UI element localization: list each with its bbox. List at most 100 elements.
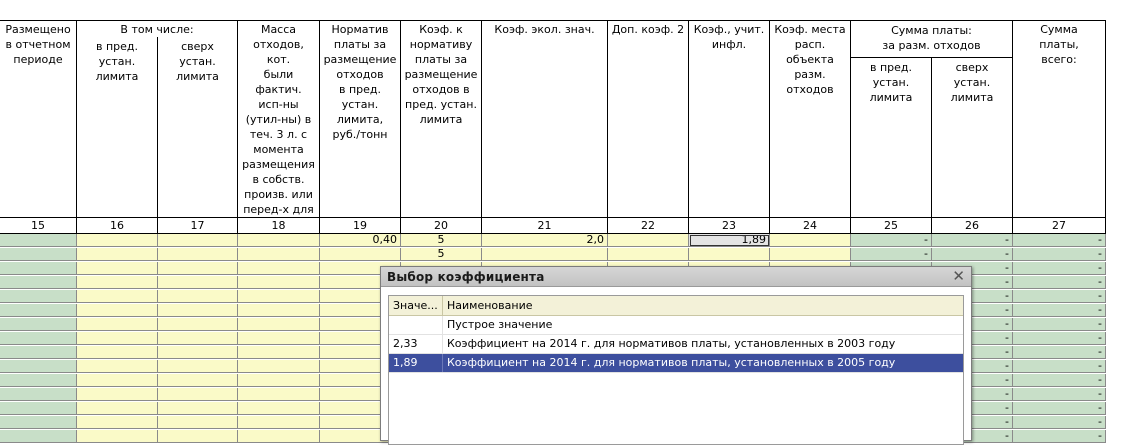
list-item[interactable]: 2,33 Коэффициент на 2014 г. для норматив…	[389, 335, 963, 354]
cell-col-27[interactable]: -	[1013, 332, 1106, 345]
cell-col-16[interactable]	[77, 290, 158, 303]
cell-col-16[interactable]	[77, 388, 158, 401]
cell-col-18[interactable]	[238, 388, 320, 401]
cell-col-16[interactable]	[77, 304, 158, 317]
cell-col-18[interactable]	[238, 332, 320, 345]
cell-col-27[interactable]: -	[1013, 248, 1106, 261]
cell-col-18[interactable]	[238, 234, 320, 247]
cell-col-15[interactable]	[0, 374, 77, 387]
cell-col-17[interactable]	[158, 360, 238, 373]
cell-col-27[interactable]: -	[1013, 262, 1106, 275]
cell-col-17[interactable]	[158, 374, 238, 387]
cell-col-17[interactable]	[158, 290, 238, 303]
cell-col-17[interactable]	[158, 262, 238, 275]
cell-col-16[interactable]	[77, 276, 158, 289]
column-header-value[interactable]: Значе...	[389, 296, 443, 316]
cell-col-16[interactable]	[77, 402, 158, 415]
cell-col-16[interactable]	[77, 318, 158, 331]
cell-col-27[interactable]: -	[1013, 402, 1106, 415]
cell-col-22[interactable]	[608, 248, 689, 261]
cell-col-27[interactable]: -	[1013, 276, 1106, 289]
cell-col-18[interactable]	[238, 304, 320, 317]
cell-col-18[interactable]	[238, 318, 320, 331]
cell-col-17[interactable]	[158, 318, 238, 331]
cell-col-16[interactable]	[77, 248, 158, 261]
cell-col-23-active[interactable]: 1,89	[689, 234, 770, 247]
cell-col-18[interactable]	[238, 374, 320, 387]
cell-col-18[interactable]	[238, 402, 320, 415]
list-item[interactable]: Пустрое значение	[389, 316, 963, 335]
cell-col-16[interactable]	[77, 374, 158, 387]
cell-col-27[interactable]: -	[1013, 304, 1106, 317]
cell-col-24[interactable]	[770, 234, 851, 247]
cell-col-18[interactable]	[238, 416, 320, 429]
cell-col-18[interactable]	[238, 262, 320, 275]
cell-col-15[interactable]	[0, 332, 77, 345]
cell-col-27[interactable]: -	[1013, 430, 1106, 443]
cell-col-18[interactable]	[238, 248, 320, 261]
cell-col-19[interactable]: 0,40	[320, 234, 401, 247]
cell-col-23[interactable]	[689, 248, 770, 261]
cell-col-17[interactable]	[158, 332, 238, 345]
cell-col-17[interactable]	[158, 276, 238, 289]
cell-col-17[interactable]	[158, 416, 238, 429]
cell-col-16[interactable]	[77, 416, 158, 429]
list-item-selected[interactable]: 1,89 Коэффициент на 2014 г. для норматив…	[389, 354, 963, 373]
cell-col-17[interactable]	[158, 430, 238, 443]
cell-col-15[interactable]	[0, 360, 77, 373]
cell-col-27[interactable]: -	[1013, 234, 1106, 247]
list-item-name: Коэффициент на 2014 г. для нормативов пл…	[447, 337, 896, 350]
cell-col-15[interactable]	[0, 248, 77, 261]
cell-col-27[interactable]: -	[1013, 416, 1106, 429]
cell-col-27[interactable]: -	[1013, 388, 1106, 401]
cell-col-21[interactable]: 2,0	[482, 234, 608, 247]
cell-col-17[interactable]	[158, 248, 238, 261]
cell-col-20[interactable]: 5	[401, 234, 482, 247]
close-icon[interactable]: ✕	[952, 268, 965, 285]
cell-col-25[interactable]: -	[851, 234, 932, 247]
cell-col-15[interactable]	[0, 402, 77, 415]
cell-col-16[interactable]	[77, 430, 158, 443]
cell-col-15[interactable]	[0, 262, 77, 275]
header-col-16: в пред. устан. лимита	[77, 37, 158, 218]
cell-col-17[interactable]	[158, 388, 238, 401]
cell-col-15[interactable]	[0, 304, 77, 317]
cell-col-19[interactable]	[320, 248, 401, 261]
cell-col-27[interactable]: -	[1013, 346, 1106, 359]
cell-col-16[interactable]	[77, 346, 158, 359]
cell-col-16[interactable]	[77, 360, 158, 373]
cell-col-18[interactable]	[238, 276, 320, 289]
cell-col-15[interactable]	[0, 346, 77, 359]
cell-col-17[interactable]	[158, 234, 238, 247]
cell-col-18[interactable]	[238, 346, 320, 359]
cell-col-15[interactable]	[0, 290, 77, 303]
cell-col-16[interactable]	[77, 332, 158, 345]
cell-col-18[interactable]	[238, 360, 320, 373]
cell-col-18[interactable]	[238, 430, 320, 443]
cell-col-18[interactable]	[238, 290, 320, 303]
cell-col-15[interactable]	[0, 430, 77, 443]
column-header-name[interactable]: Наименование	[443, 296, 963, 316]
cell-col-26[interactable]: -	[932, 234, 1013, 247]
cell-col-15[interactable]	[0, 318, 77, 331]
cell-col-27[interactable]: -	[1013, 290, 1106, 303]
cell-col-21[interactable]	[482, 248, 608, 261]
cell-col-26[interactable]: -	[932, 248, 1013, 261]
cell-col-25[interactable]: -	[851, 248, 932, 261]
dialog-title-bar[interactable]: Выбор коэффициента ✕	[381, 267, 971, 287]
cell-col-16[interactable]	[77, 234, 158, 247]
cell-col-27[interactable]: -	[1013, 374, 1106, 387]
cell-col-27[interactable]: -	[1013, 360, 1106, 373]
cell-col-20[interactable]: 5	[401, 248, 482, 261]
cell-col-15[interactable]	[0, 276, 77, 289]
cell-col-24[interactable]	[770, 248, 851, 261]
cell-col-17[interactable]	[158, 304, 238, 317]
cell-col-27[interactable]: -	[1013, 318, 1106, 331]
cell-col-15[interactable]	[0, 388, 77, 401]
cell-col-22[interactable]	[608, 234, 689, 247]
cell-col-15[interactable]	[0, 234, 77, 247]
cell-col-16[interactable]	[77, 262, 158, 275]
cell-col-17[interactable]	[158, 346, 238, 359]
cell-col-17[interactable]	[158, 402, 238, 415]
cell-col-15[interactable]	[0, 416, 77, 429]
